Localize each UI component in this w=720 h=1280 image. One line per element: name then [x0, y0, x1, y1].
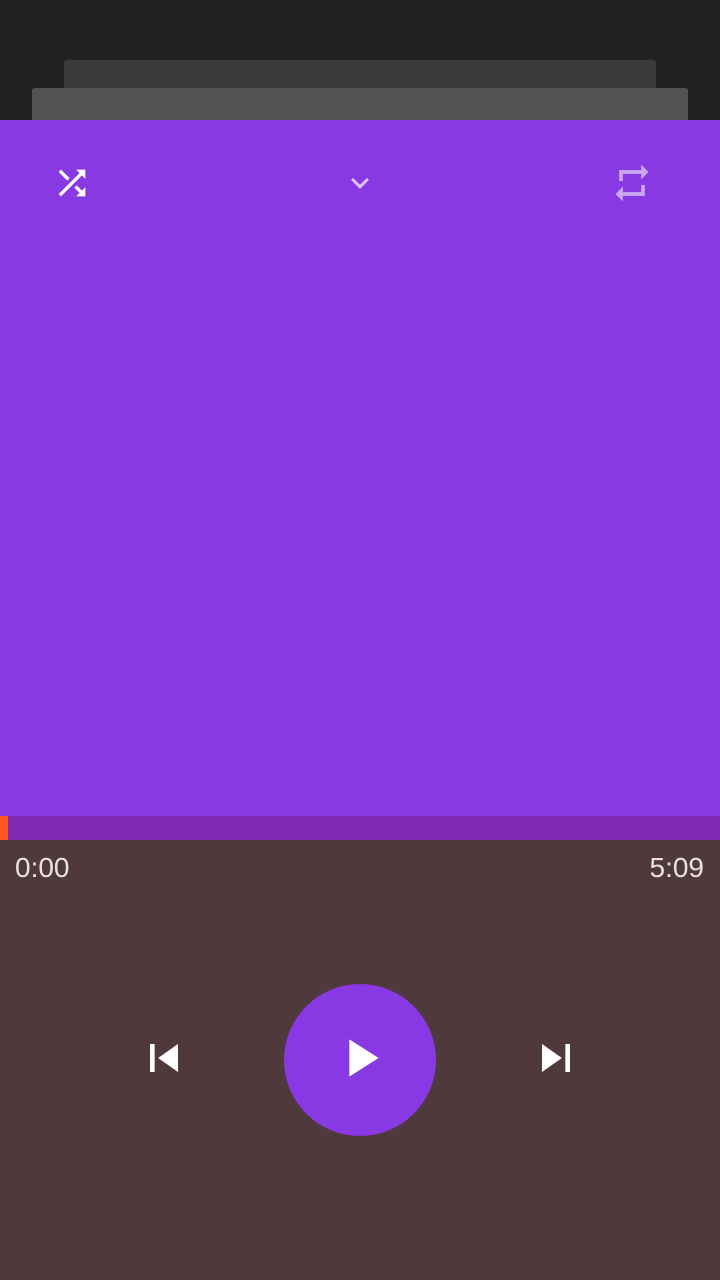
play-button[interactable]	[284, 984, 436, 1136]
total-duration: 5:09	[649, 852, 705, 883]
seek-bar[interactable]	[0, 816, 720, 840]
shuffle-button[interactable]	[40, 158, 104, 208]
next-button[interactable]	[516, 1020, 596, 1100]
playback-controls-panel: 0:00 5:09	[0, 840, 720, 1280]
elapsed-time: 0:00	[15, 852, 70, 883]
skip-next-icon	[528, 1030, 584, 1091]
seek-bar-progress	[0, 816, 8, 840]
music-player-screen: 0:00 5:09	[0, 0, 720, 1280]
play-icon	[328, 1026, 392, 1095]
previous-button[interactable]	[124, 1020, 204, 1100]
chevron-down-icon	[342, 165, 378, 201]
collapse-button[interactable]	[328, 158, 392, 208]
repeat-icon	[610, 161, 654, 205]
skip-previous-icon	[136, 1030, 192, 1091]
shuffle-icon	[52, 163, 92, 203]
repeat-button[interactable]	[600, 158, 664, 208]
album-art-panel	[0, 120, 720, 816]
